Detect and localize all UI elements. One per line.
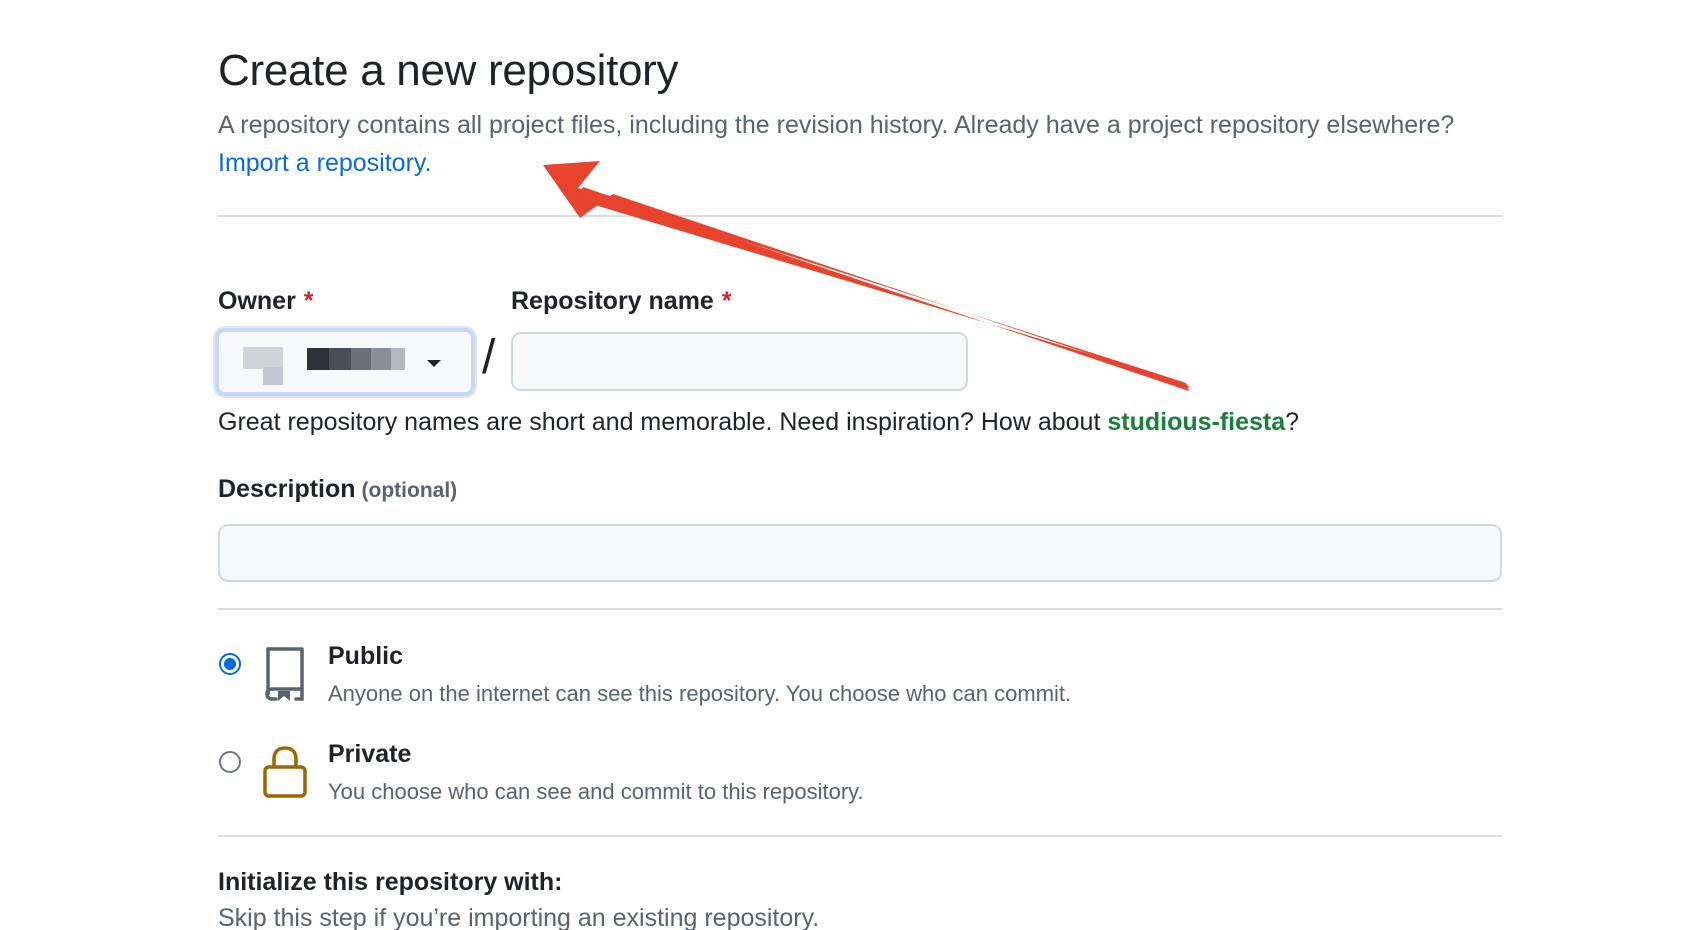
description-divider [218, 608, 1502, 610]
description-label-text: Description [218, 475, 356, 503]
repository-name-input[interactable] [511, 332, 968, 391]
create-repository-page: Create a new repository A repository con… [0, 0, 1700, 930]
visibility-divider [218, 835, 1502, 837]
owner-select[interactable] [215, 328, 475, 396]
private-radio[interactable] [219, 751, 241, 773]
owner-label-text: Owner [218, 287, 296, 315]
initialize-subtitle: Skip this step if you’re importing an ex… [218, 904, 820, 930]
public-description: Anyone on the internet can see this repo… [328, 681, 1072, 706]
private-description: You choose who can see and commit to thi… [328, 779, 864, 804]
header-divider [218, 215, 1502, 217]
public-radio[interactable] [219, 653, 241, 675]
description-label: Description (optional) [218, 475, 457, 504]
hint-suffix: ? [1285, 408, 1300, 436]
import-repository-link[interactable]: Import a repository. [218, 149, 432, 177]
repository-name-hint: Great repository names are short and mem… [218, 408, 1299, 437]
public-title: Public [328, 642, 404, 670]
owner-required-mark: * [303, 287, 314, 315]
repository-name-required-mark: * [721, 287, 732, 315]
repository-name-label-text: Repository name [511, 287, 714, 315]
owner-repo-separator: / [482, 331, 496, 384]
chevron-down-icon [427, 360, 441, 367]
description-input[interactable] [218, 524, 1502, 582]
name-suggestion-link[interactable]: studious-fiesta [1107, 408, 1285, 436]
lock-icon [263, 746, 307, 798]
description-optional: (optional) [361, 479, 458, 502]
initialize-title: Initialize this repository with: [218, 868, 563, 896]
page-title: Create a new repository [218, 46, 679, 95]
owner-avatar [243, 347, 283, 385]
repository-name-label: Repository name * [511, 287, 732, 316]
subtitle-text: A repository contains all project files,… [218, 111, 1455, 139]
owner-name-redacted [307, 348, 407, 370]
private-title: Private [328, 740, 412, 768]
page-subtitle: A repository contains all project files,… [218, 106, 1518, 182]
repo-icon [265, 647, 304, 701]
hint-text: Great repository names are short and mem… [218, 408, 1101, 436]
owner-label: Owner * [218, 287, 314, 316]
